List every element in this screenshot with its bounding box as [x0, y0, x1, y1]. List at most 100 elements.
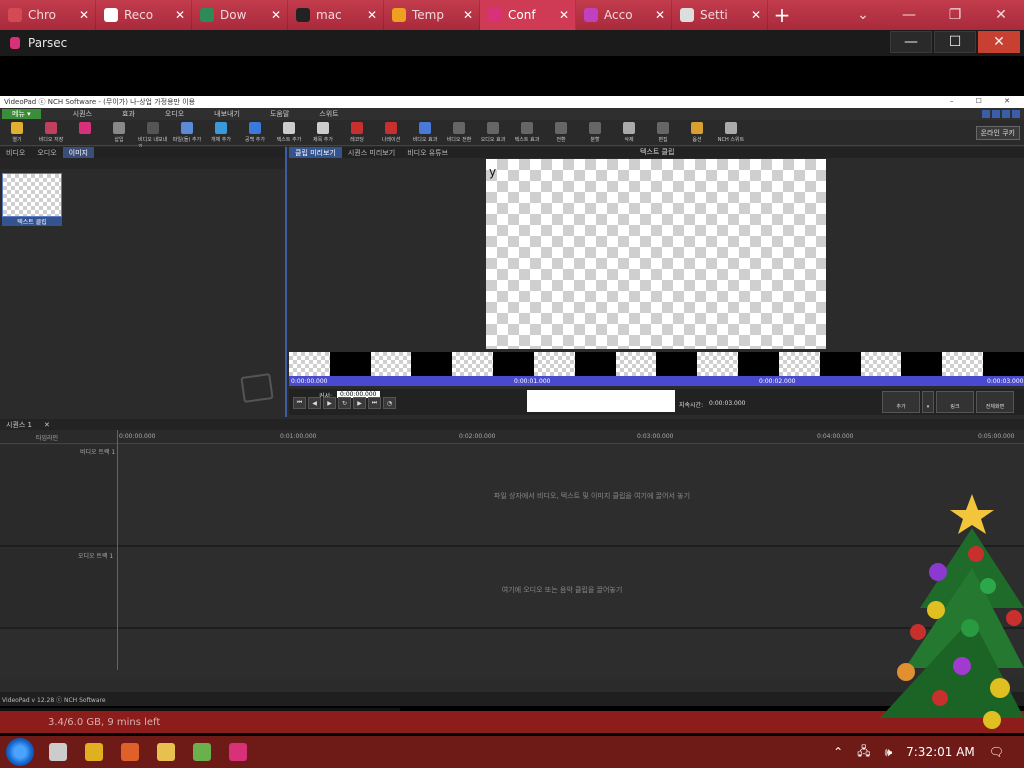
toolbar-button[interactable]: 파일(들) 추가	[172, 122, 202, 143]
browser-tab[interactable]: Conf ✕	[480, 0, 576, 30]
tab-close-icon[interactable]: ✕	[751, 8, 761, 22]
browser-tab[interactable]: Setti ✕	[672, 0, 768, 30]
play-button[interactable]: ▶	[323, 397, 336, 409]
parsec-taskbar-button[interactable]	[220, 736, 256, 768]
toolbar-button[interactable]: 전환	[546, 122, 576, 143]
toolbar-button[interactable]: 텍스트 추가	[274, 122, 304, 143]
chrome-taskbar-button[interactable]	[76, 736, 112, 768]
toolbar-button[interactable]: 비디오 저장	[36, 122, 66, 143]
loop-button[interactable]: ↻	[338, 397, 351, 409]
parsec-close-button[interactable]: ✕	[978, 31, 1020, 53]
videopad-window-controls[interactable]: – ☐ ✕	[950, 97, 1020, 105]
toolbar-button[interactable]: 나레이션	[376, 122, 406, 143]
menu-item[interactable]: 내보내기	[214, 109, 240, 119]
volume-icon[interactable]: 🕪	[885, 745, 893, 760]
new-tab-button[interactable]: +	[768, 0, 796, 30]
browser-close-button[interactable]: ✕	[978, 0, 1024, 30]
fullscreen-button[interactable]: 전체화면	[976, 391, 1014, 413]
skip-end-button[interactable]: ⏭	[368, 397, 381, 409]
browser-tab[interactable]: Chro ✕	[0, 0, 96, 30]
step-forward-button[interactable]: ▶	[353, 397, 366, 409]
tab-close-icon[interactable]: ✕	[367, 8, 377, 22]
social-icon[interactable]	[982, 110, 990, 118]
bin-tab-audio[interactable]: 오디오	[31, 147, 62, 158]
social-icon[interactable]	[1012, 110, 1020, 118]
toolbar-button[interactable]: NCH 스위트	[716, 122, 746, 143]
task-view-taskbar-button[interactable]	[40, 736, 76, 768]
toolbar-button[interactable]: 삭제	[614, 122, 644, 143]
tab-close-icon[interactable]: ✕	[79, 8, 89, 22]
add-button[interactable]: 추가	[882, 391, 920, 413]
preview-scrubber[interactable]	[289, 376, 1024, 386]
toolbar-button[interactable]: 삽입	[104, 122, 134, 143]
social-icon[interactable]	[1002, 110, 1010, 118]
main-menu-button[interactable]: 메뉴 ▾	[2, 109, 41, 119]
step-back-button[interactable]: ◀	[308, 397, 321, 409]
tab-sequence-1[interactable]: 시퀀스 1	[0, 419, 38, 430]
timeline-ruler[interactable]: 타임라인 0:00:00.000 0:01:00.000 0:02:00.000…	[0, 430, 1024, 444]
sequence-tab-close[interactable]: ✕	[38, 419, 56, 430]
app-taskbar-button[interactable]	[184, 736, 220, 768]
online-button[interactable]: 온라인 쿠키	[975, 126, 1020, 140]
explorer-taskbar-button[interactable]	[148, 736, 184, 768]
social-icon[interactable]	[992, 110, 1000, 118]
browser-tab[interactable]: Reco ✕	[96, 0, 192, 30]
toolbar-button[interactable]: 비디오 내보내기	[138, 122, 168, 150]
add-dropdown-icon[interactable]: ▾	[922, 391, 934, 413]
toolbar-button[interactable]: 제목 추가	[308, 122, 338, 143]
remote-desktop[interactable]: VideoPad ⓒ NCH Software - (무이가) 나-상업 가정용…	[0, 56, 1024, 730]
text-input-box[interactable]	[527, 390, 675, 412]
tab-sequence-preview[interactable]: 시퀀스 미리보기	[342, 147, 401, 158]
parsec-minimize-button[interactable]: —	[890, 31, 932, 53]
audio-track[interactable]: 오디오 트랙 1 여기에 오디오 또는 음악 클립을 끌어놓기	[0, 549, 1024, 629]
firefox-taskbar-button[interactable]	[112, 736, 148, 768]
duration-value[interactable]: 0:00:03.000	[709, 400, 746, 407]
toolbar-button[interactable]: 개체 추가	[206, 122, 236, 143]
menu-item[interactable]: 오디오	[165, 109, 184, 119]
tab-clip-preview[interactable]: 클립 미리보기	[289, 147, 342, 158]
toolbar-button[interactable]: 비디오 전환	[444, 122, 474, 143]
parsec-maximize-button[interactable]: ☐	[934, 31, 976, 53]
tab-close-icon[interactable]: ✕	[175, 8, 185, 22]
toolbar-button[interactable]: 비디오 효과	[410, 122, 440, 143]
toolbar-button[interactable]: 텍스트 효과	[512, 122, 542, 143]
browser-restore-button[interactable]: ❐	[932, 0, 978, 30]
tab-close-icon[interactable]: ✕	[655, 8, 665, 22]
playhead[interactable]	[117, 430, 118, 670]
toolbar-button[interactable]: 열기	[2, 122, 32, 143]
start-button[interactable]	[0, 736, 40, 768]
link-button[interactable]: 링크	[936, 391, 974, 413]
notifications-icon[interactable]: 🗨	[989, 745, 1004, 759]
tray-expand-icon[interactable]: ⌃	[833, 745, 843, 759]
toolbar-button[interactable]: 공백 추가	[240, 122, 270, 143]
bin-tab-image[interactable]: 이미지	[62, 147, 94, 158]
toolbar-button[interactable]: 오디오 효과	[478, 122, 508, 143]
toolbar-button[interactable]: 편집	[648, 122, 678, 143]
menu-item[interactable]: 스위트	[319, 109, 338, 119]
tab-video-youtube[interactable]: 비디오 유튜브	[401, 147, 454, 158]
speed-button[interactable]: ◔	[383, 397, 396, 409]
toolbar-button[interactable]	[70, 122, 100, 136]
browser-tab[interactable]: mac ✕	[288, 0, 384, 30]
bin-tab-video[interactable]: 비디오	[0, 147, 31, 158]
clock[interactable]: 7:32:01 AM	[906, 745, 975, 759]
menu-item[interactable]: 시퀀스	[73, 109, 92, 119]
tab-close-icon[interactable]: ✕	[559, 8, 569, 22]
skip-start-button[interactable]: ⏮	[293, 397, 306, 409]
toolbar-button[interactable]: 옵션	[682, 122, 712, 143]
video-track[interactable]: 비디오 트랙 1 파일 상자에서 비디오, 텍스트 및 이미지 클립을 여기에 …	[0, 445, 1024, 547]
menu-item[interactable]: 도움말	[270, 109, 289, 119]
toolbar-button[interactable]: 분할	[580, 122, 610, 143]
text-clip-thumbnail[interactable]	[2, 173, 62, 217]
tab-close-icon[interactable]: ✕	[463, 8, 473, 22]
toolbar-button[interactable]: 레코딩	[342, 122, 372, 143]
browser-dropdown-button[interactable]: ⌄	[840, 0, 886, 30]
browser-tab[interactable]: Temp ✕	[384, 0, 480, 30]
network-icon[interactable]: 🖧	[857, 742, 870, 763]
menu-item[interactable]: 효과	[122, 109, 135, 119]
browser-tab[interactable]: Dow ✕	[192, 0, 288, 30]
tab-close-icon[interactable]: ✕	[271, 8, 281, 22]
browser-tab[interactable]: Acco ✕	[576, 0, 672, 30]
browser-minimize-button[interactable]: —	[886, 0, 932, 30]
preview-canvas[interactable]: y	[486, 159, 826, 349]
